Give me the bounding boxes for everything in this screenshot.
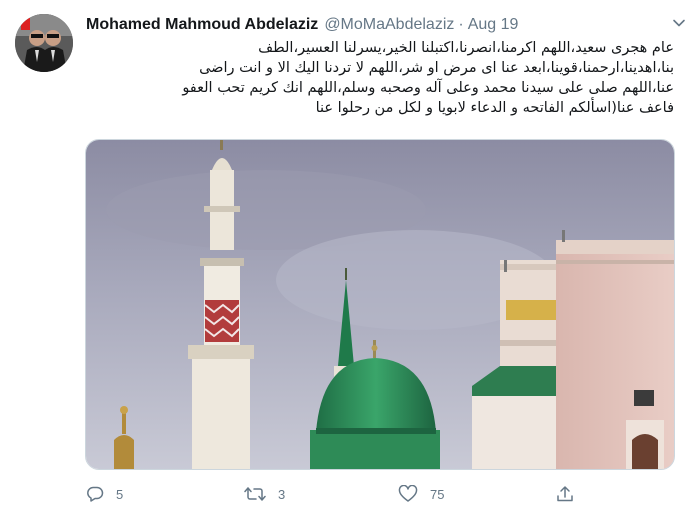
tweet-media-photo[interactable] (85, 139, 675, 470)
tweet-text-line: عام هجرى سعيد،اللهم اكرمنا،انصرنا،اكتبلن… (258, 40, 674, 56)
share-icon (556, 485, 574, 503)
retweet-button[interactable]: 3 (244, 480, 285, 508)
avatar[interactable] (15, 14, 73, 72)
heart-icon (398, 485, 418, 503)
retweet-icon (244, 485, 266, 503)
author-handle[interactable]: @MoMaAbdelaziz (324, 16, 454, 34)
like-count: 75 (430, 486, 445, 502)
tweet-text-line: بنا،اهدينا،ارحمنا،قوينا،ابعد عنا اى مرض … (199, 60, 674, 76)
tweet-actions: 5 3 75 (86, 480, 586, 508)
chevron-down-icon[interactable] (670, 14, 688, 32)
separator-dot: · (458, 16, 464, 33)
share-button[interactable] (556, 480, 574, 508)
tweet-text-line: فاعف عنا(اسألكم الفاتحه و الدعاء لابويا … (315, 100, 674, 116)
tweet-card[interactable]: Mohamed Mahmoud Abdelaziz @MoMaAbdelaziz… (0, 0, 700, 522)
reply-icon (86, 485, 104, 503)
reply-button[interactable]: 5 (86, 480, 123, 508)
tweet-text: عام هجرى سعيد،اللهم اكرمنا،انصرنا،اكتبلن… (86, 38, 674, 118)
tweet-text-line: عنا،اللهم صلى على سيدنا محمد وعلى آله وص… (182, 80, 674, 96)
tweet-header: Mohamed Mahmoud Abdelaziz @MoMaAbdelaziz… (86, 14, 518, 36)
tweet-date[interactable]: Aug 19 (468, 16, 519, 34)
author-name[interactable]: Mohamed Mahmoud Abdelaziz (86, 16, 318, 34)
retweet-count: 3 (278, 486, 286, 502)
like-button[interactable]: 75 (398, 480, 444, 508)
reply-count: 5 (116, 486, 124, 502)
